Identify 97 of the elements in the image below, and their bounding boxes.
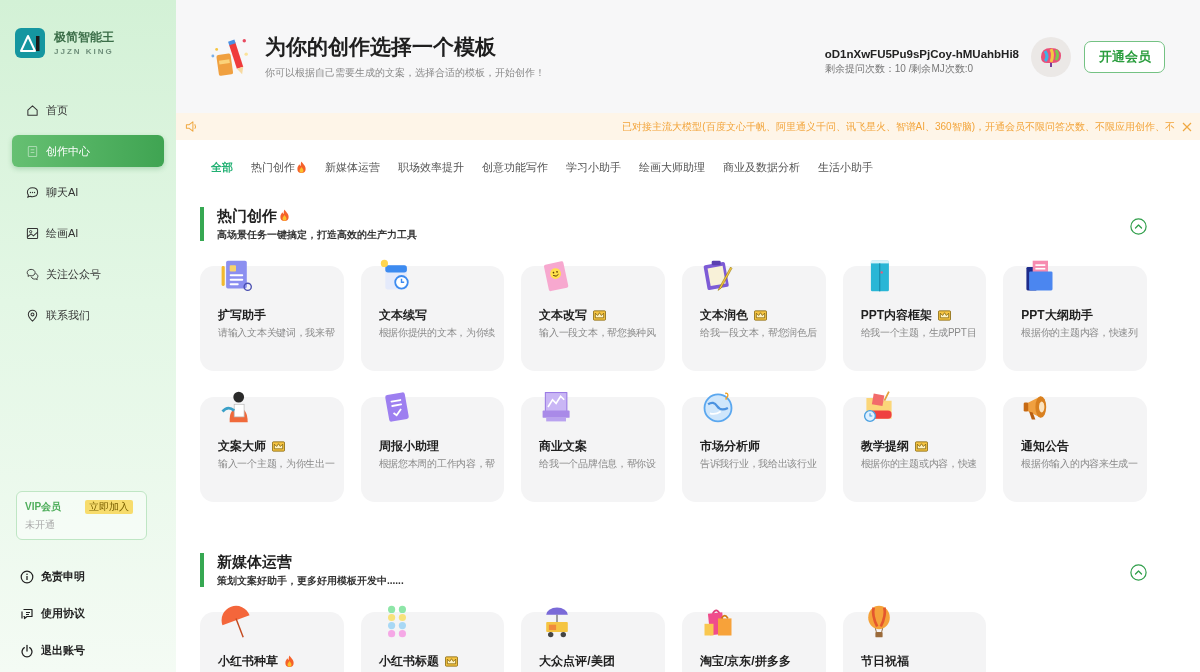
template-card[interactable]: 文本润色 给我一段文本，帮您润色后 xyxy=(682,266,826,371)
home-icon xyxy=(26,103,39,117)
template-card[interactable]: 文本改写 输入一段文本，帮您换种风 xyxy=(521,266,665,371)
brand-name: 极简智能王 xyxy=(54,29,114,45)
card-title: 文案大师 xyxy=(218,438,266,454)
card-title: 小红书标题 xyxy=(378,653,439,669)
logo-icon xyxy=(15,28,45,58)
nav-item[interactable]: 关注公众号 xyxy=(12,258,164,290)
upgrade-button[interactable]: 开通会员 xyxy=(1084,40,1165,73)
card-description: 给我一个品牌信息，帮你设 xyxy=(539,457,656,471)
template-card[interactable]: 周报小助理 根据您本周的工作内容，帮 xyxy=(360,397,505,502)
vip-title: VIP会员 xyxy=(25,500,62,514)
section-title: 新媒体运营 xyxy=(217,552,292,571)
nav-item[interactable]: 绘画AI xyxy=(12,217,164,249)
close-button[interactable] xyxy=(1182,121,1192,132)
card-description: 根据你提供的文本，为你续 xyxy=(378,326,496,340)
template-card[interactable]: 教学提纲 根据你的主题或内容，快速 xyxy=(842,397,987,502)
page-subtitle: 你可以根据自己需要生成的文案，选择合适的模板，开始创作！ xyxy=(265,65,545,80)
card-title: 市场分析师 xyxy=(700,438,760,454)
card-title: 周报小助理 xyxy=(378,438,439,454)
chevron-up-icon xyxy=(1130,563,1147,581)
card-description: 告诉我行业，我给出该行业 xyxy=(700,457,817,471)
message-icon xyxy=(20,606,34,621)
document-icon xyxy=(26,144,39,158)
template-card[interactable]: 商业文案 给我一个品牌信息，帮你设 xyxy=(521,397,665,502)
info-icon xyxy=(20,569,34,584)
category-tab[interactable]: 职场效率提升 xyxy=(398,159,464,175)
accent-bar xyxy=(200,207,204,241)
category-tab[interactable]: 绘画大师助理 xyxy=(639,159,705,175)
template-card[interactable]: 文本续写 根据你提供的文本，为你续 xyxy=(360,266,505,371)
power-icon xyxy=(20,643,34,658)
card-description: 输入一段文本，帮您换种风 xyxy=(539,326,656,340)
page-title: 为你的创作选择一个模板 xyxy=(265,33,497,60)
card-title: 文本润色 xyxy=(700,307,748,323)
template-card[interactable]: PPT内容框架 给我一个主题，生成PPT目 xyxy=(842,266,987,371)
card-title: 通知公告 xyxy=(1021,438,1070,454)
card-title: 淘宝/京东/拼多多 xyxy=(700,653,791,669)
section-subtitle: 策划文案好助手，更多好用模板开发中...... xyxy=(217,573,404,588)
category-tab[interactable]: 新媒体运营 xyxy=(325,159,380,175)
template-card[interactable]: 大众点评/美团 xyxy=(521,612,665,672)
username: oD1nXwFU5Pu9sPjCoy-hMUahbHi8 xyxy=(824,47,1019,60)
category-tab[interactable]: 学习小助手 xyxy=(566,159,621,175)
section-subtitle: 高场景任务一键搞定，打造高效的生产力工具 xyxy=(217,227,417,242)
template-card[interactable]: 小红书种草 xyxy=(200,612,344,672)
template-card[interactable]: 扩写助手 请输入文本关键词，我来帮 xyxy=(200,266,344,371)
location-pin-icon xyxy=(26,308,39,322)
card-description: 根据你的主题内容，快速列 xyxy=(1021,326,1138,340)
speaker-icon xyxy=(185,120,198,133)
card-title: 商业文案 xyxy=(539,438,588,454)
join-button[interactable]: 立即加入 xyxy=(85,500,133,514)
category-tab[interactable]: 热门创作 xyxy=(251,159,307,175)
quota-text: 剩余提问次数：10 /剩余MJ次数:0 xyxy=(824,61,975,76)
footer-link[interactable]: 退出账号 xyxy=(0,632,176,669)
collapse-button[interactable] xyxy=(1130,217,1147,235)
card-title: 节日祝福 xyxy=(860,653,909,669)
collapse-button[interactable] xyxy=(1130,563,1147,581)
footer-link[interactable]: 免责申明 xyxy=(0,558,176,595)
template-card[interactable]: 淘宝/京东/拼多多 xyxy=(682,612,826,672)
vip-status: 未开通 xyxy=(25,518,56,532)
card-description: 根据你输入的内容来生成一 xyxy=(1021,457,1138,471)
category-tab[interactable]: 生活小助手 xyxy=(818,159,873,175)
nav-item[interactable]: 首页 xyxy=(12,94,164,126)
card-title: 扩写助手 xyxy=(218,307,266,323)
close-icon xyxy=(1182,121,1192,132)
notice-text: 已对接主流大模型(百度文心千帆、阿里通义千问、讯飞星火、智谱AI、360智脑)，开通会员不限问答次数、不限应用创作、不 xyxy=(622,119,1175,134)
chat-bubble-icon xyxy=(26,185,39,199)
brand-tagline: JJZN KING xyxy=(54,46,114,57)
card-title: 大众点评/美团 xyxy=(539,653,615,669)
card-title: PPT内容框架 xyxy=(860,307,932,323)
section-title: 热门创作 xyxy=(217,206,277,225)
template-card[interactable]: 通知公告 根据你输入的内容来生成一 xyxy=(1003,397,1147,502)
category-tab[interactable]: 创意功能写作 xyxy=(482,159,548,175)
chevron-up-icon xyxy=(1130,217,1147,235)
template-card[interactable]: 小红书标题 xyxy=(360,612,505,672)
card-title: 教学提纲 xyxy=(860,438,909,454)
category-tab[interactable]: 商业及数据分析 xyxy=(723,159,800,175)
template-card[interactable]: PPT大纲助手 根据你的主题内容，快速列 xyxy=(1003,266,1147,371)
chat-bubbles-icon xyxy=(26,267,39,281)
accent-bar xyxy=(200,553,204,587)
card-title: 小红书种草 xyxy=(218,653,278,669)
avatar-icon[interactable] xyxy=(1031,36,1071,77)
template-card[interactable]: 节日祝福 xyxy=(842,612,987,672)
card-description: 给我一段文本，帮您润色后 xyxy=(700,326,817,340)
card-title: 文本改写 xyxy=(539,307,588,323)
card-description: 根据你的主题或内容，快速 xyxy=(860,457,978,471)
card-title: PPT大纲助手 xyxy=(1021,307,1093,323)
card-description: 输入一个主题，为你生出一 xyxy=(218,457,335,471)
nav-item[interactable]: 联系我们 xyxy=(12,299,164,331)
image-icon xyxy=(26,226,39,240)
footer-link[interactable]: 使用协议 xyxy=(0,595,176,632)
nav-item[interactable]: 聊天AI xyxy=(12,176,164,208)
card-title: 文本续写 xyxy=(378,307,427,323)
card-description: 请输入文本关键词，我来帮 xyxy=(218,326,335,340)
card-description: 给我一个主题，生成PPT目 xyxy=(860,326,977,340)
template-card[interactable]: 文案大师 输入一个主题，为你生出一 xyxy=(200,397,344,502)
template-card[interactable]: 市场分析师 告诉我行业，我给出该行业 xyxy=(682,397,826,502)
card-description: 根据您本周的工作内容，帮 xyxy=(378,457,496,471)
